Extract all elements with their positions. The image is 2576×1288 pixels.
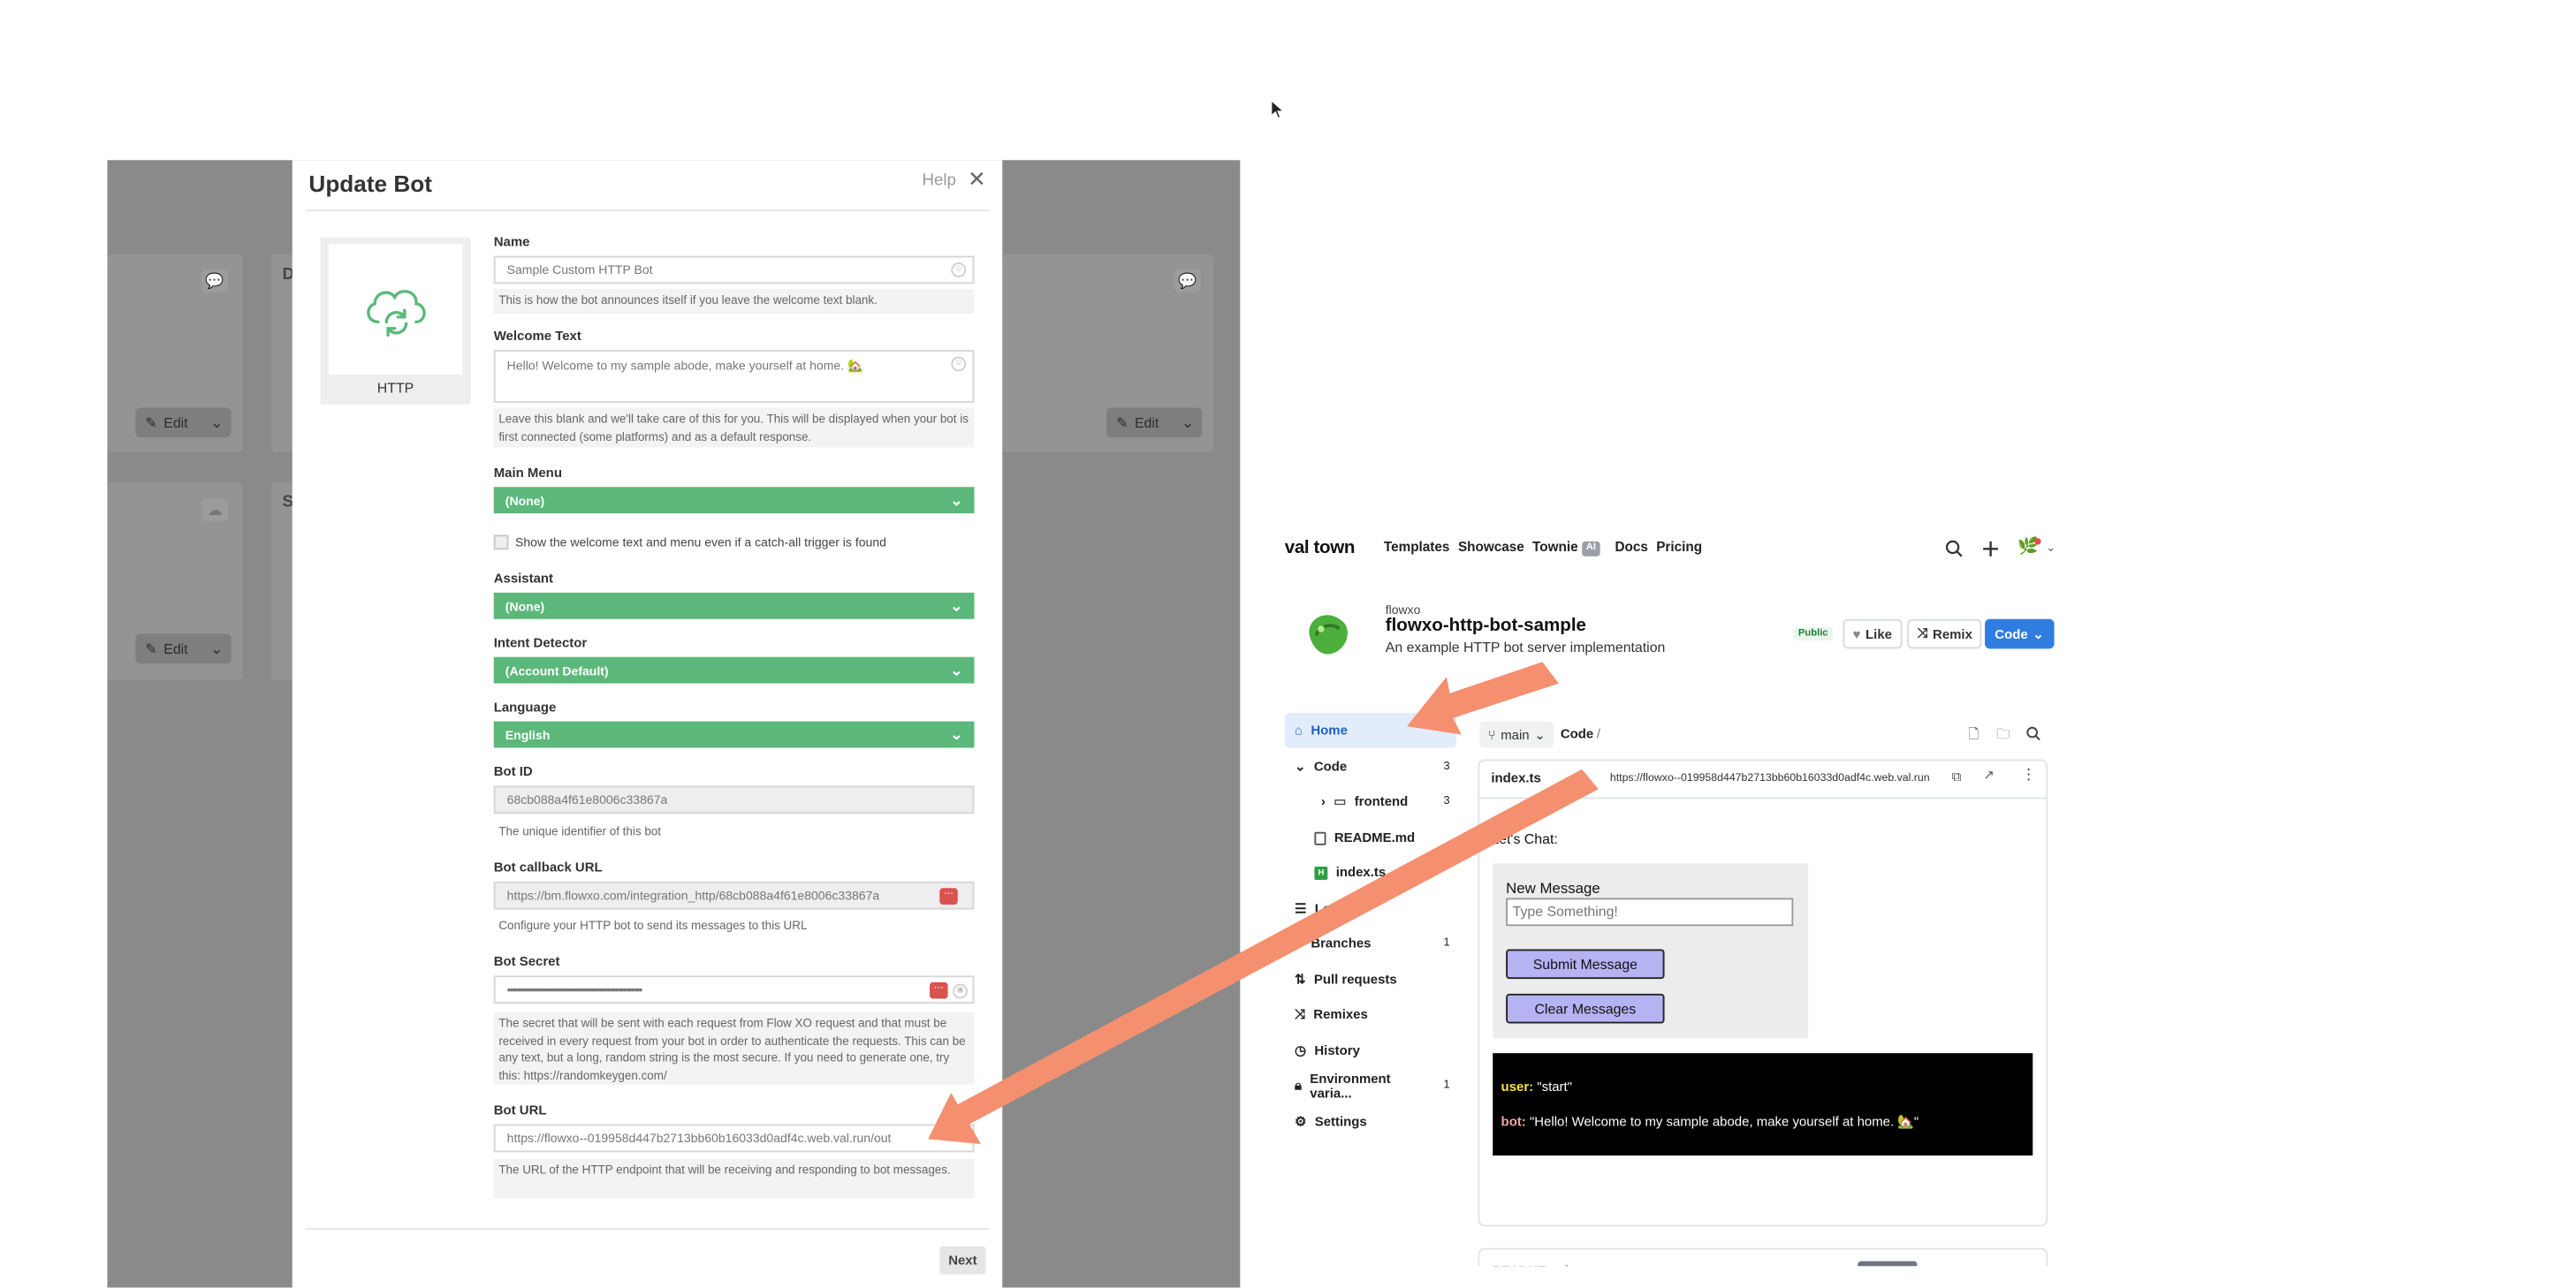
arrow-to-bot-url-icon: [928, 769, 1599, 1144]
arrow-to-home-icon: [1407, 662, 1559, 735]
annotation-arrows: [928, 662, 1599, 1144]
